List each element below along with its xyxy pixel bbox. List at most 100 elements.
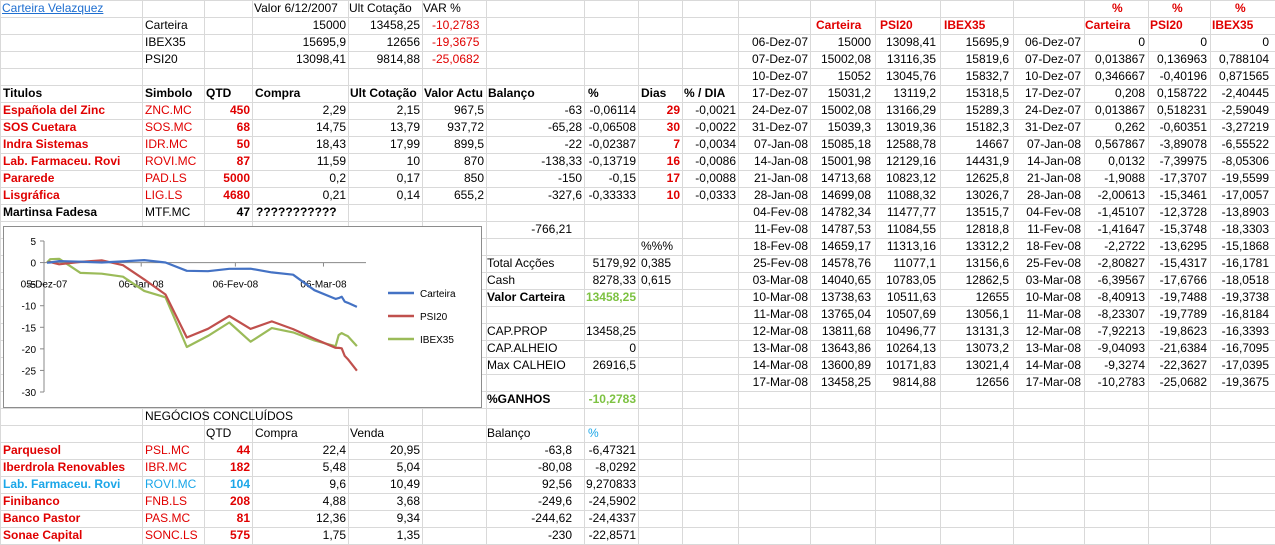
right-value: 13515,7 bbox=[965, 205, 1009, 219]
holding-pct: -0,15 bbox=[608, 171, 636, 185]
right-col-psi: PSI20 bbox=[880, 18, 913, 32]
right-value: 15085,18 bbox=[820, 137, 871, 151]
holding-dias: 17 bbox=[666, 171, 680, 185]
right-date: 31-Dez-07 bbox=[751, 120, 808, 134]
right-value: 14667 bbox=[975, 137, 1009, 151]
closed-name: Parquesol bbox=[3, 443, 62, 457]
cap-value: 0 bbox=[629, 341, 636, 355]
closed-symbol: PAS.MC bbox=[145, 511, 191, 525]
y-tick-label: 5 bbox=[30, 237, 36, 248]
closed-pct: -22,8571 bbox=[588, 528, 636, 542]
right-value: -8,40913 bbox=[1097, 290, 1145, 304]
summary-ult: 12656 bbox=[386, 35, 420, 49]
header-var: VAR % bbox=[423, 1, 461, 15]
closed-symbol: FNB.LS bbox=[145, 494, 188, 508]
right-value: -6,39567 bbox=[1097, 273, 1145, 287]
right-date: 11-Mar-08 bbox=[1026, 307, 1081, 321]
holding-valor: 850 bbox=[463, 171, 484, 185]
closed-pct: -8,0292 bbox=[595, 460, 636, 474]
closed-col-qtd: QTD bbox=[206, 426, 232, 440]
right-date: 03-Mar-08 bbox=[752, 273, 808, 287]
right-date: 17-Dez-07 bbox=[1024, 86, 1081, 100]
right-value: -7,92213 bbox=[1097, 324, 1145, 338]
right-value: -2,80827 bbox=[1097, 256, 1145, 270]
right-date: 10-Mar-08 bbox=[1025, 290, 1081, 304]
right-date: 14-Jan-08 bbox=[753, 154, 808, 168]
closed-symbol: PSL.MC bbox=[145, 443, 190, 457]
right-value: -2,40445 bbox=[1221, 86, 1269, 100]
right-value: -15,1868 bbox=[1221, 239, 1269, 253]
holding-compra: 0,21 bbox=[322, 188, 346, 202]
closed-pct: -24,5902 bbox=[588, 494, 636, 508]
series-line-psi20 bbox=[46, 259, 358, 372]
col-dias: Dias bbox=[641, 86, 667, 100]
right-value: 13643,86 bbox=[820, 341, 871, 355]
right-value: 13166,29 bbox=[885, 103, 936, 117]
legend-label: PSI20 bbox=[420, 312, 448, 323]
holding-qtd: 68 bbox=[236, 120, 250, 134]
holding-compra: 2,29 bbox=[322, 103, 346, 117]
closed-bal: -80,08 bbox=[537, 460, 572, 474]
right-date: 17-Dez-07 bbox=[751, 86, 808, 100]
closed-compra: 9,6 bbox=[329, 477, 346, 491]
right-value: 10511,63 bbox=[886, 290, 936, 304]
closed-pct: 9,270833 bbox=[585, 477, 636, 491]
holding-valor: 899,5 bbox=[453, 137, 484, 151]
holding-qtd: 47 bbox=[236, 205, 250, 219]
right-value: -2,2722 bbox=[1104, 239, 1145, 253]
right-value: 15182,3 bbox=[965, 120, 1009, 134]
right-value: 14713,68 bbox=[820, 171, 871, 185]
right-value: -13,8903 bbox=[1221, 205, 1269, 219]
col-simbolo: Simbolo bbox=[145, 86, 193, 100]
totals-pct: 0,615 bbox=[641, 273, 672, 287]
right-date: 03-Mar-08 bbox=[1025, 273, 1081, 287]
closed-compra: 4,88 bbox=[322, 494, 346, 508]
right-value: -19,8623 bbox=[1159, 324, 1207, 338]
right-value: -8,05306 bbox=[1221, 154, 1269, 168]
sheet-title[interactable]: Carteira Velazquez bbox=[2, 0, 142, 17]
closed-venda: 20,95 bbox=[389, 443, 420, 457]
right-pct-marker: % bbox=[1112, 1, 1123, 15]
right-value: -17,6766 bbox=[1159, 273, 1207, 287]
totals-value: 8278,33 bbox=[592, 273, 636, 287]
right-col-pct-psi: PSI20 bbox=[1150, 18, 1183, 32]
right-value: -12,3728 bbox=[1159, 205, 1207, 219]
right-value: 13056,1 bbox=[965, 307, 1009, 321]
right-date: 25-Fev-08 bbox=[753, 256, 808, 270]
right-date: 13-Mar-08 bbox=[1025, 341, 1081, 355]
holding-dias: 16 bbox=[666, 154, 680, 168]
closed-venda: 10,49 bbox=[389, 477, 420, 491]
right-date: 10-Mar-08 bbox=[752, 290, 808, 304]
performance-chart[interactable]: 5 0 -5 -10 -15 -20 -25 -30 05-Dez-07 06-Jan-08 06-… bbox=[3, 226, 482, 408]
right-value: 14787,53 bbox=[820, 222, 871, 236]
holding-ult: 10 bbox=[406, 154, 420, 168]
legend-label: IBEX35 bbox=[420, 335, 454, 346]
right-date: 07-Jan-08 bbox=[1026, 137, 1081, 151]
closed-name: Iberdrola Renovables bbox=[3, 460, 126, 474]
right-value: 12656 bbox=[975, 375, 1009, 389]
holding-name: Pararede bbox=[3, 171, 55, 185]
right-date: 11-Fev-08 bbox=[1027, 222, 1081, 236]
right-value: -1,9088 bbox=[1104, 171, 1145, 185]
holding-pct: -0,02387 bbox=[588, 137, 636, 151]
closed-col-compra: Compra bbox=[255, 426, 298, 440]
col-balanco: Balanço bbox=[488, 86, 535, 100]
holding-name: Indra Sistemas bbox=[3, 137, 89, 151]
cap-value: 26916,5 bbox=[592, 358, 636, 372]
right-value: 15002,08 bbox=[820, 103, 871, 117]
closed-name: Banco Pastor bbox=[3, 511, 81, 525]
right-value: 15832,7 bbox=[965, 69, 1009, 83]
right-value: 12655 bbox=[975, 290, 1009, 304]
col-qtd: QTD bbox=[206, 86, 232, 100]
right-date: 14-Jan-08 bbox=[1026, 154, 1081, 168]
right-value: -25,0682 bbox=[1159, 375, 1207, 389]
holding-qtd: 5000 bbox=[223, 171, 250, 185]
right-date: 07-Jan-08 bbox=[753, 137, 808, 151]
right-value: 0,262 bbox=[1114, 120, 1145, 134]
right-value: 13131,3 bbox=[965, 324, 1009, 338]
closed-col-venda: Venda bbox=[350, 426, 385, 440]
closed-name: Finibanco bbox=[3, 494, 60, 508]
right-value: 13073,2 bbox=[965, 341, 1009, 355]
right-value: -15,4317 bbox=[1159, 256, 1207, 270]
right-value: -0,40196 bbox=[1159, 69, 1207, 83]
